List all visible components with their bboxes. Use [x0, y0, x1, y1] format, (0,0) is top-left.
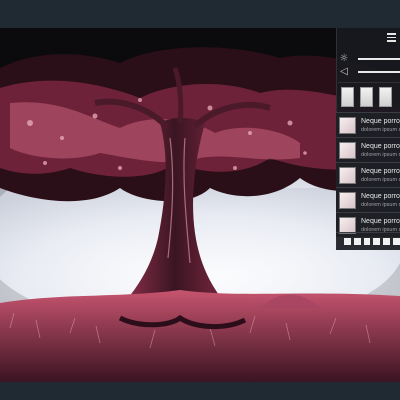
- page-button[interactable]: [373, 238, 381, 245]
- volume-icon: ◁: [340, 66, 348, 77]
- media-list: Neque porro q dolorem ipsum qui Neque po…: [336, 112, 400, 237]
- list-item-title: Neque porro q: [361, 117, 400, 125]
- list-item[interactable]: Neque porro q dolorem ipsum qui: [336, 162, 400, 187]
- page-button[interactable]: [353, 238, 361, 245]
- list-item-title: Neque porro q: [361, 167, 400, 175]
- list-item-thumbnail: [339, 166, 356, 184]
- list-item[interactable]: Neque porro q dolorem ipsum qui: [336, 112, 400, 137]
- list-item-thumbnail: [339, 141, 356, 159]
- list-item[interactable]: Neque porro q dolorem ipsum qui: [336, 137, 400, 162]
- thumbnail[interactable]: [341, 87, 354, 107]
- list-item-subtitle: dolorem ipsum qui: [361, 176, 400, 183]
- list-item-subtitle: dolorem ipsum qui: [361, 151, 400, 158]
- page-button[interactable]: [344, 238, 351, 245]
- page-button[interactable]: [363, 238, 371, 245]
- bottom-bar: [0, 382, 400, 400]
- thumbnail-strip: [338, 82, 400, 110]
- list-item-thumbnail: [339, 191, 356, 209]
- list-item-title: Neque porro q: [361, 192, 400, 200]
- brightness-slider[interactable]: ☼: [338, 52, 400, 66]
- list-item-subtitle: dolorem ipsum qui: [361, 126, 400, 133]
- list-item-subtitle: dolorem ipsum qui: [361, 201, 400, 208]
- top-bar: [0, 0, 400, 28]
- page-button[interactable]: [383, 238, 391, 245]
- brightness-track[interactable]: [358, 58, 400, 60]
- hamburger-menu-icon[interactable]: [385, 31, 398, 44]
- thumbnail[interactable]: [379, 87, 392, 107]
- volume-track[interactable]: [358, 71, 400, 73]
- list-item[interactable]: Neque porro q dolorem ipsum qui: [336, 187, 400, 212]
- thumbnail[interactable]: [360, 87, 373, 107]
- pager: [336, 232, 400, 250]
- page-button[interactable]: [393, 238, 400, 245]
- app-window: ☼ ◁ Neque porro q dolorem ipsum qui Nequ…: [0, 0, 400, 400]
- list-item-thumbnail: [339, 116, 356, 134]
- brightness-icon: ☼: [339, 53, 349, 64]
- list-item-thumbnail: [339, 216, 356, 234]
- list-item-title: Neque porro q: [361, 142, 400, 150]
- volume-slider[interactable]: ◁: [338, 65, 400, 79]
- list-item-title: Neque porro q: [361, 217, 400, 225]
